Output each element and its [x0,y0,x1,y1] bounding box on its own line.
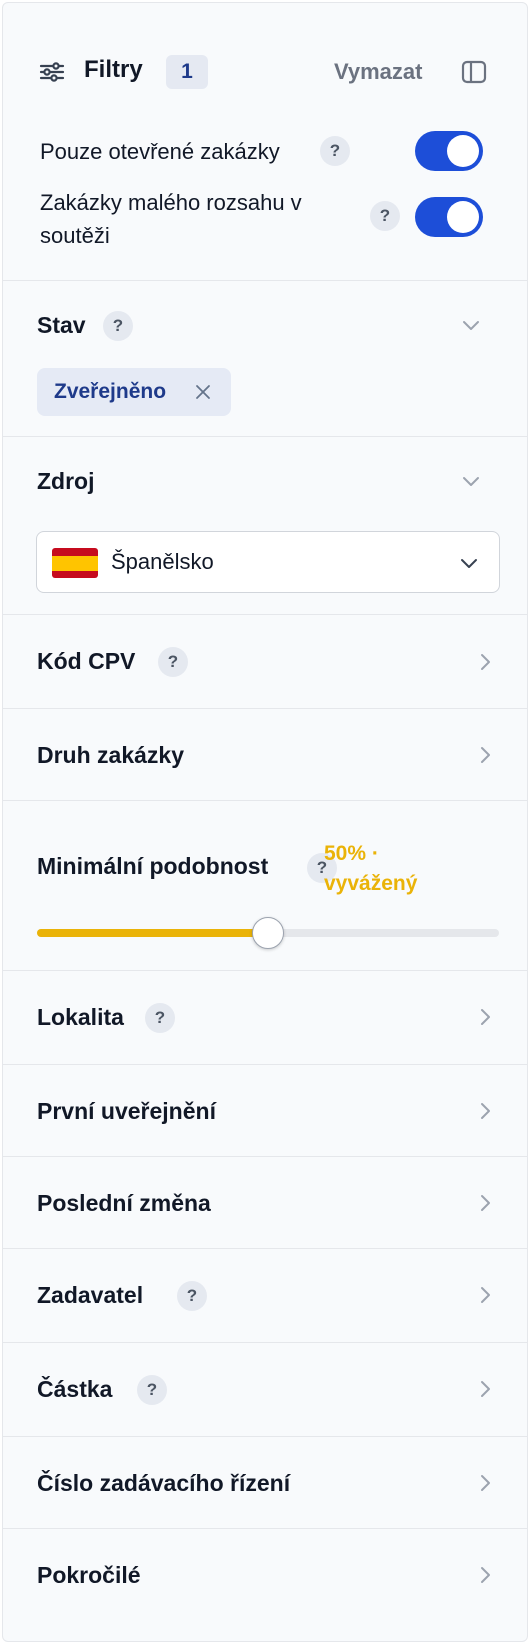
source-selected-value: Španělsko [111,549,214,574]
chevron-right-icon[interactable] [475,1007,495,1027]
similarity-title: Minimální podobnost [37,853,269,879]
status-title: Stav [37,312,86,338]
toggle-knob [447,135,479,167]
chevron-right-icon[interactable] [475,745,495,765]
similarity-slider-thumb[interactable] [252,917,284,949]
help-icon[interactable]: ? [158,647,188,677]
filter-section-title: Poslední změna [37,1190,211,1216]
filter-section[interactable]: Číslo zadávacího řízení [3,1437,527,1529]
filter-section-title: Číslo zadávacího řízení [37,1470,291,1496]
filter-section[interactable]: Zadavatel? [3,1249,527,1343]
chevron-right-icon[interactable] [475,652,495,672]
filter-section[interactable]: Lokalita? [3,971,527,1065]
filters-title: Filtry [84,56,143,83]
source-title: Zdroj [37,468,95,494]
contract-type-title: Druh zakázky [37,742,185,768]
help-icon[interactable]: ? [137,1375,167,1405]
help-icon[interactable]: ? [103,311,133,341]
active-filter-count-badge: 1 [166,55,208,89]
similarity-value-line1: 50% · [324,842,379,865]
small-scale-label-line2: soutěži [40,223,110,248]
chevron-right-icon[interactable] [475,1285,495,1305]
similarity-value: 50% · vyvážený [324,839,474,899]
similarity-slider-fill [37,929,268,937]
filter-section[interactable]: První uveřejnění [3,1065,527,1157]
chip-label: Zveřejněno [54,380,167,403]
chevron-down-icon[interactable] [461,471,481,491]
filter-section-title: Částka [37,1376,113,1402]
help-icon[interactable]: ? [320,136,350,166]
contract-type-section[interactable]: Druh zakázky [3,709,527,801]
chevron-right-icon[interactable] [475,1565,495,1585]
source-select[interactable]: Španělsko [36,531,500,593]
flag-stripe [52,555,98,571]
help-icon[interactable]: ? [177,1281,207,1311]
sliders-icon [39,62,65,82]
chevron-right-icon[interactable] [475,1379,495,1399]
filters-header-section: Filtry 1 Vymazat Pouze otevřené zakázky … [3,3,527,281]
filter-section-title: První uveřejnění [37,1098,216,1124]
flag-stripe [52,548,98,556]
cpv-section[interactable]: Kód CPV ? [3,615,527,709]
filter-section-title: Zadavatel [37,1282,144,1308]
filter-section-title: Lokalita [37,1004,124,1030]
filter-section-title: Pokročilé [37,1562,141,1588]
chevron-down-icon[interactable] [461,315,481,335]
status-filter-chip: Zveřejněno [37,368,231,416]
spain-flag-icon [52,548,98,578]
close-icon[interactable] [194,383,212,401]
small-scale-tenders-toggle[interactable] [415,197,483,237]
open-tenders-toggle[interactable] [415,131,483,171]
small-scale-label-line1: Zakázky malého rozsahu v [40,190,302,215]
sidebar-panel-icon[interactable] [461,60,487,84]
small-scale-tenders-label: Zakázky malého rozsahu v soutěži [40,186,302,252]
chevron-down-icon [461,559,477,568]
filter-section[interactable]: Poslední změna [3,1157,527,1249]
cpv-title: Kód CPV [37,648,136,674]
chevron-right-icon[interactable] [475,1193,495,1213]
clear-filters-button[interactable]: Vymazat [334,59,422,85]
toggle-knob [447,201,479,233]
filter-section[interactable]: Pokročilé [3,1529,527,1639]
filter-section[interactable]: Částka? [3,1343,527,1437]
open-tenders-label: Pouze otevřené zakázky [40,139,280,164]
chevron-right-icon[interactable] [475,1101,495,1121]
flag-stripe [52,570,98,578]
filters-panel: Filtry 1 Vymazat Pouze otevřené zakázky … [2,2,528,1642]
chevron-right-icon[interactable] [475,1473,495,1493]
help-icon[interactable]: ? [145,1003,175,1033]
help-icon[interactable]: ? [370,201,400,231]
similarity-value-line2: vyvážený [324,872,418,895]
